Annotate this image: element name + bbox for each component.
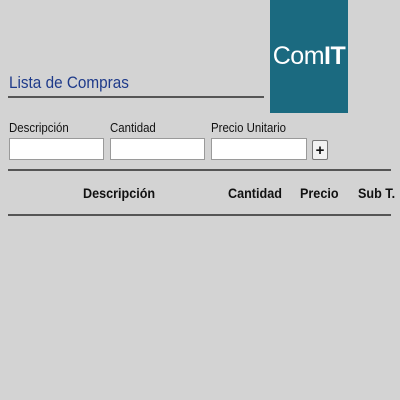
page: Com IT Lista de Compras Descripción Canti…	[0, 0, 400, 400]
unit-price-label: Precio Unitario	[211, 120, 287, 135]
column-header-subtotal: Sub T.	[358, 185, 396, 201]
add-item-button[interactable]: +	[312, 140, 328, 160]
table-top-divider	[8, 169, 391, 171]
column-header-quantity: Cantidad	[228, 185, 282, 201]
page-title: Lista de Compras	[9, 73, 129, 92]
logo-text-it: IT	[324, 42, 346, 70]
unit-price-input[interactable]	[211, 138, 307, 160]
description-input[interactable]	[9, 138, 104, 160]
table-header-divider	[8, 214, 391, 216]
column-header-price: Precio	[300, 185, 339, 201]
comit-logo: Com IT	[270, 0, 348, 113]
column-header-description: Descripción	[83, 185, 156, 201]
title-divider	[8, 96, 264, 98]
logo-text-com: Com	[272, 42, 325, 70]
quantity-input[interactable]	[110, 138, 205, 160]
description-label: Descripción	[9, 120, 69, 135]
quantity-label: Cantidad	[110, 120, 156, 135]
